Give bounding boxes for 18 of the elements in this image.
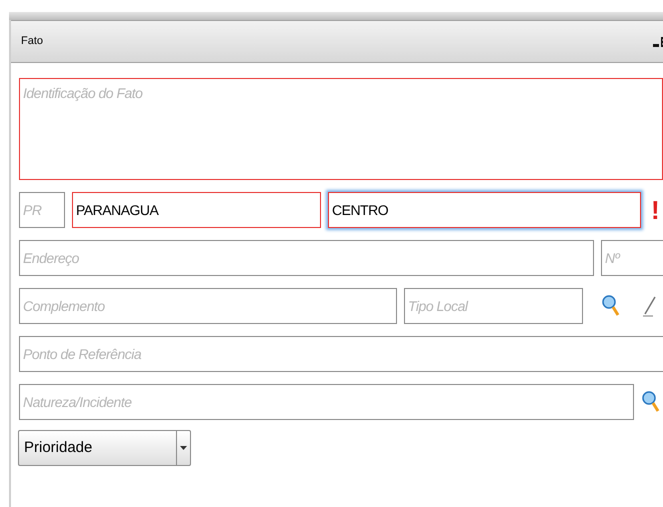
input-field[interactable]: Nº — [601, 240, 663, 276]
input-field[interactable]: Endereço — [19, 240, 594, 276]
priority-dropdown[interactable]: Prioridade — [18, 430, 191, 466]
input-field[interactable]: Natureza/Incidente — [19, 384, 634, 420]
search-icon[interactable] — [642, 391, 660, 413]
pencil-icon[interactable] — [641, 295, 657, 317]
input-field[interactable]: Tipo Local — [404, 288, 583, 324]
text-area[interactable]: Identificação do Fato — [19, 78, 663, 180]
window-controls-icon[interactable] — [653, 36, 663, 48]
input-field[interactable]: PR — [19, 192, 65, 228]
warning-mark: ! — [651, 197, 660, 223]
caret-icon — [180, 446, 187, 450]
input-field[interactable]: CENTRO — [328, 192, 641, 228]
panel-title: Fato — [21, 34, 44, 50]
search-icon[interactable] — [602, 295, 620, 317]
input-field[interactable]: Ponto de Referência — [19, 336, 663, 372]
input-field[interactable]: PARANAGUA — [72, 192, 321, 228]
input-field[interactable]: Complemento — [19, 288, 397, 324]
